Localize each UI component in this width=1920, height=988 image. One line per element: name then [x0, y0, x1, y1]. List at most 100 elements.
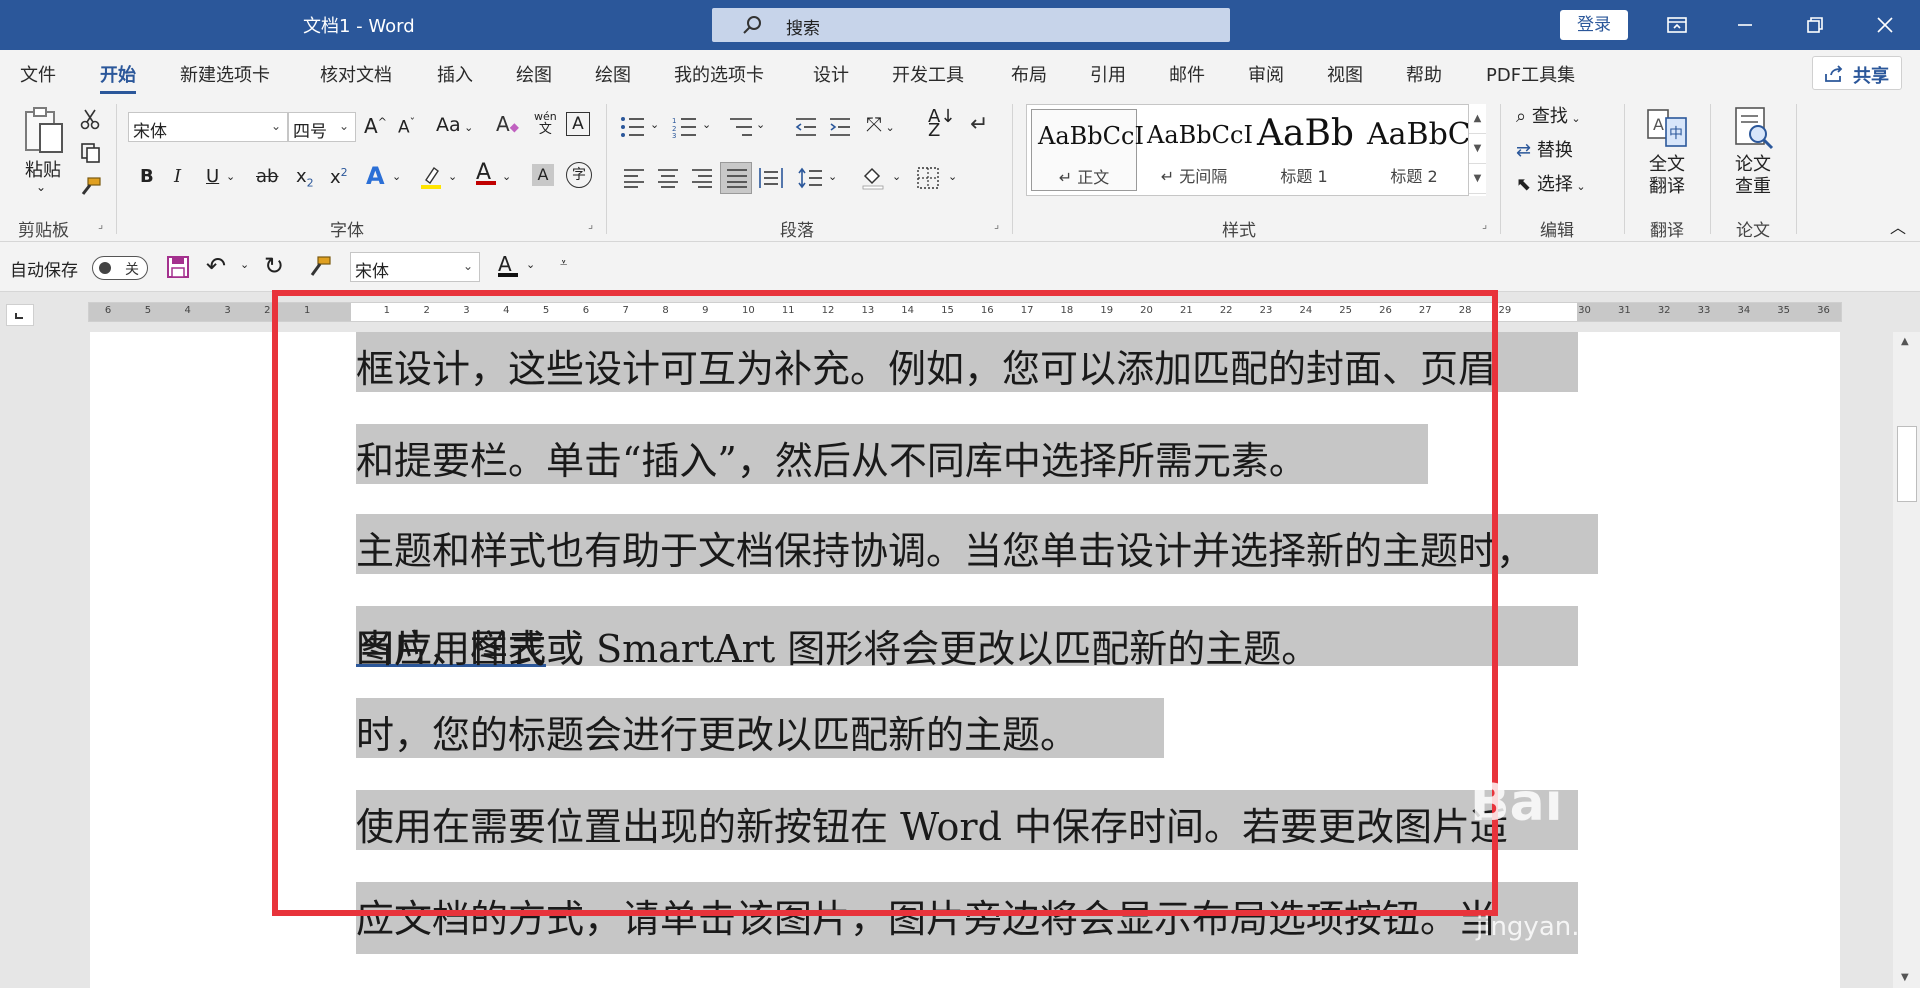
select-button[interactable]: ⬉ 选择 ⌄	[1516, 170, 1586, 196]
login-button[interactable]: 登录	[1560, 10, 1628, 40]
find-button[interactable]: ⌕ 查找 ⌄	[1516, 102, 1581, 128]
text-effects-icon[interactable]: A	[366, 162, 385, 190]
tab-pdf-tools[interactable]: PDF工具集	[1486, 61, 1575, 87]
character-shading-icon[interactable]: A	[532, 164, 554, 186]
scroll-up-icon[interactable]: ▲	[1469, 104, 1486, 134]
search-input[interactable]: 搜索	[712, 8, 1230, 42]
scroll-up-arrow-icon[interactable]: ▲	[1901, 336, 1909, 347]
ribbon-display-button[interactable]	[1654, 8, 1700, 42]
font-launcher-icon[interactable]: ⌟	[588, 218, 593, 231]
tab-proofread[interactable]: 核对文档	[320, 61, 392, 87]
tab-my-tab[interactable]: 我的选项卡	[674, 61, 764, 87]
redo-icon[interactable]: ↻	[264, 252, 284, 280]
scrollbar-thumb[interactable]	[1897, 426, 1917, 502]
styles-launcher-icon[interactable]: ⌟	[1482, 218, 1487, 231]
font-color-dropdown-icon[interactable]: ⌄	[502, 170, 511, 183]
shrink-font-icon[interactable]: Aˇ	[398, 116, 415, 138]
save-icon[interactable]	[166, 255, 190, 279]
style-no-spacing[interactable]: AaBbCcI ↵ 无间隔	[1141, 109, 1253, 191]
font-color-icon[interactable]: A	[476, 160, 496, 185]
tab-layout[interactable]: 布局	[1011, 61, 1047, 87]
scroll-down-icon[interactable]: ▼	[1469, 134, 1486, 164]
shading-icon[interactable]	[860, 164, 886, 190]
sort-icon[interactable]: A↓ Z	[928, 108, 955, 140]
shading-dropdown-icon[interactable]: ⌄	[892, 170, 901, 183]
translate-label[interactable]: 全文 翻译	[1640, 154, 1694, 198]
bullets-icon[interactable]	[620, 116, 646, 138]
justify-button[interactable]	[720, 162, 752, 194]
copy-icon[interactable]	[80, 142, 102, 164]
more-styles-icon[interactable]: ▼	[1469, 164, 1486, 194]
paste-label[interactable]: 粘贴	[20, 156, 66, 182]
italic-icon[interactable]: I	[174, 166, 181, 187]
line-spacing-dropdown-icon[interactable]: ⌄	[828, 170, 837, 183]
undo-icon[interactable]: ↶	[206, 252, 226, 280]
thesis-check-label[interactable]: 论文 查重	[1726, 154, 1780, 198]
replace-button[interactable]: ⇄ 替换	[1516, 136, 1573, 162]
style-heading-2[interactable]: AaBbC 标题 2	[1361, 109, 1471, 191]
subscript-icon[interactable]: x2	[296, 166, 314, 190]
tab-view[interactable]: 视图	[1327, 61, 1363, 87]
styles-gallery-scroll[interactable]: ▲ ▼ ▼	[1468, 104, 1486, 196]
align-right-icon[interactable]	[690, 168, 714, 188]
multilevel-list-icon[interactable]	[728, 116, 754, 138]
customize-qat-icon[interactable]: ⩡	[560, 256, 567, 271]
borders-dropdown-icon[interactable]: ⌄	[948, 170, 957, 183]
paste-icon[interactable]	[20, 106, 66, 156]
tab-new-tab[interactable]: 新建选项卡	[180, 61, 270, 87]
underline-dropdown-icon[interactable]: ⌄	[226, 170, 235, 183]
character-border-icon[interactable]: A	[566, 112, 590, 136]
style-heading-1[interactable]: AaBb 标题 1	[1251, 109, 1357, 191]
restore-button[interactable]	[1792, 8, 1838, 42]
font-name-combo[interactable]: 宋体 ⌄	[128, 112, 288, 142]
tab-references[interactable]: 引用	[1090, 61, 1126, 87]
tab-file[interactable]: 文件	[20, 61, 56, 87]
grow-font-icon[interactable]: A^	[364, 114, 387, 138]
distributed-icon[interactable]	[758, 166, 784, 190]
clipboard-launcher-icon[interactable]: ⌟	[98, 218, 103, 231]
align-center-icon[interactable]	[656, 168, 680, 188]
tab-help[interactable]: 帮助	[1406, 61, 1442, 87]
tab-design[interactable]: 设计	[813, 61, 849, 87]
tab-home[interactable]: 开始	[100, 61, 136, 94]
change-case-icon[interactable]: Aa ⌄	[436, 114, 473, 136]
vertical-scrollbar[interactable]: ▲ ▼	[1893, 332, 1920, 988]
thesis-check-icon[interactable]	[1730, 106, 1776, 152]
text-effects-dropdown-icon[interactable]: ⌄	[392, 170, 401, 183]
scroll-down-arrow-icon[interactable]: ▼	[1901, 972, 1909, 983]
multilevel-dropdown-icon[interactable]: ⌄	[756, 118, 765, 131]
enclose-characters-icon[interactable]: 字	[566, 162, 592, 188]
line-spacing-icon[interactable]	[798, 166, 824, 190]
paragraph-launcher-icon[interactable]: ⌟	[994, 218, 999, 231]
font-size-combo[interactable]: 四号 ⌄	[288, 112, 356, 142]
phonetic-guide-icon[interactable]: wén 文	[534, 110, 557, 136]
undo-dropdown-icon[interactable]: ⌄	[240, 258, 249, 271]
align-left-icon[interactable]	[622, 168, 646, 188]
translate-icon[interactable]: A中	[1644, 106, 1690, 150]
qat-font-combo[interactable]: 宋体 ⌄	[350, 252, 480, 282]
paste-dropdown-icon[interactable]: ⌄	[36, 180, 46, 194]
tab-developer[interactable]: 开发工具	[892, 61, 964, 87]
numbering-icon[interactable]: 123	[672, 116, 698, 138]
share-button[interactable]: 共享	[1812, 56, 1902, 90]
collapse-ribbon-icon[interactable]: ︿	[1890, 214, 1906, 238]
tab-review[interactable]: 审阅	[1248, 61, 1284, 87]
style-normal[interactable]: AaBbCcI ↵ 正文	[1031, 109, 1144, 191]
cut-icon[interactable]	[80, 108, 100, 130]
format-painter-icon[interactable]	[78, 176, 102, 198]
bold-icon[interactable]: B	[140, 166, 154, 187]
highlight-dropdown-icon[interactable]: ⌄	[448, 170, 457, 183]
numbering-dropdown-icon[interactable]: ⌄	[702, 118, 711, 131]
highlight-icon[interactable]	[418, 164, 444, 190]
qat-font-color-dropdown-icon[interactable]: ⌄	[526, 258, 535, 271]
clear-format-icon[interactable]: A◆	[496, 112, 519, 136]
superscript-icon[interactable]: x2	[330, 166, 348, 188]
close-button[interactable]	[1862, 8, 1908, 42]
strikethrough-icon[interactable]: ab	[256, 166, 278, 187]
tab-selector-icon[interactable]	[6, 304, 34, 326]
tab-insert[interactable]: 插入	[437, 61, 473, 87]
increase-indent-icon[interactable]	[828, 116, 852, 138]
qat-font-color-icon[interactable]: A	[498, 252, 518, 277]
decrease-indent-icon[interactable]	[794, 116, 818, 138]
show-formatting-icon[interactable]: ↵	[970, 112, 988, 137]
